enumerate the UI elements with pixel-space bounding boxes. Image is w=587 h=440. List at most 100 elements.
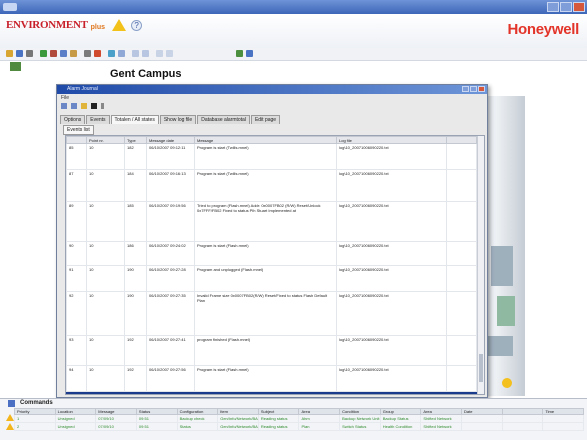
column-header[interactable]: [66, 136, 87, 144]
grid-icon[interactable]: [166, 50, 173, 57]
table-row[interactable]: 91 10 190 06/10/2007 09:27:28 Program and un…: [66, 265, 477, 292]
column-header[interactable]: Message date: [146, 136, 195, 144]
cell-id: 89: [66, 201, 87, 242]
tab-all-states[interactable]: Totalen / All states: [110, 115, 159, 124]
column-header[interactable]: Type: [124, 136, 147, 144]
cell-log-file: log\10_20071006090220.txt: [336, 265, 447, 292]
dialog-menu-file[interactable]: File: [61, 95, 69, 101]
tab-edit-page[interactable]: Edit page: [250, 115, 281, 124]
table-row[interactable]: 90 10 186 06/10/2007 09:24:02 Program is sta…: [66, 241, 477, 266]
zoom-icon[interactable]: [118, 50, 125, 57]
cell-date: 06/10/2007 09:27:28: [146, 265, 195, 292]
site-tree-icon[interactable]: [10, 62, 21, 71]
cell-type: 185: [124, 201, 147, 242]
cell-date: 06/10/2007 09:24:02: [146, 241, 195, 266]
subtab-events-list[interactable]: Events list: [63, 125, 94, 135]
tab-events[interactable]: Events: [86, 115, 110, 124]
scrollbar-thumb[interactable]: [479, 354, 483, 382]
pointer-icon[interactable]: [236, 50, 243, 57]
cell-point-nr: 10: [86, 391, 125, 394]
building-courtyard: [497, 296, 515, 326]
table-row[interactable]: 93 10 192 06/10/2007 09:27:41 program finish…: [66, 335, 477, 366]
forward-icon[interactable]: [71, 103, 77, 109]
column-header[interactable]: [446, 136, 477, 144]
column-header[interactable]: Message: [194, 136, 337, 144]
table-cell: Ahm: [298, 414, 341, 423]
table-row[interactable]: 1 Unsigned 07/09/10 09:51 Backup check Gen/In…: [14, 414, 584, 423]
building-wing: [491, 246, 513, 286]
table-cell: [542, 414, 584, 423]
table-cell: [501, 414, 544, 423]
table-row[interactable]: 89 10 185 06/10/2007 09:19:56 Tried to progr…: [66, 201, 477, 242]
table-cell: 09:51: [135, 422, 178, 431]
table-cell: Backup check: [176, 414, 219, 423]
vendor-logo: Honeywell: [507, 21, 580, 38]
cell-log-file: log\10_20071006090220.txt: [336, 291, 447, 336]
table-row[interactable]: 87 10 184 06/10/2007 09:16:13 Program is sta…: [66, 169, 477, 202]
open-icon[interactable]: [81, 103, 87, 109]
table-cell: Switch Status: [339, 422, 381, 431]
cell-type: 193: [124, 391, 147, 394]
cut-icon[interactable]: [50, 50, 57, 57]
nav-icon[interactable]: [132, 50, 139, 57]
tab-show-log-file[interactable]: Show log file: [159, 115, 197, 124]
filter-icon[interactable]: [84, 50, 91, 57]
copy-icon[interactable]: [60, 50, 67, 57]
window-controls: [547, 2, 585, 12]
cell-type: 192: [124, 335, 147, 366]
layers-icon[interactable]: [156, 50, 163, 57]
cell-point-nr: 10: [86, 143, 125, 170]
help-icon[interactable]: ?: [131, 19, 143, 31]
table-row[interactable]: 92 10 190 06/10/2007 09:27:35 Invalid Frame …: [66, 291, 477, 336]
commands-grid: Priority Location Message Status Configurati…: [14, 408, 584, 431]
refresh-icon[interactable]: [40, 50, 47, 57]
tab-database[interactable]: Database alarmtotal: [197, 115, 250, 124]
brand-logo: ENVIRONMENT plus ?: [6, 19, 143, 31]
table-row[interactable]: 2 Unsigned 07/09/10 09:51 Status Gen/Info/Net…: [14, 422, 584, 431]
cell-extra: [446, 169, 477, 202]
cell-extra: [446, 201, 477, 242]
table-cell: Reading status: [257, 414, 300, 423]
table-cell: [461, 414, 503, 423]
cell-point-nr: 10: [86, 241, 125, 266]
map-icon[interactable]: [246, 50, 253, 57]
brand-subtitle: plus: [90, 23, 106, 31]
column-header[interactable]: Point nr.: [86, 136, 125, 144]
nav-forward-icon[interactable]: [142, 50, 149, 57]
alarm-icon[interactable]: [94, 50, 101, 57]
dialog-titlebar[interactable]: [57, 85, 487, 94]
save-icon[interactable]: [16, 50, 23, 57]
app-logo-icon: [3, 3, 17, 11]
table-cell: Shifted Network: [420, 422, 463, 431]
close-button[interactable]: [573, 2, 585, 12]
tab-options[interactable]: Options: [60, 115, 86, 124]
cell-extra: [446, 291, 477, 336]
cell-extra: [446, 143, 477, 170]
cell-type: 182: [124, 143, 147, 170]
cell-type: 190: [124, 265, 147, 292]
stop-icon[interactable]: [91, 103, 97, 109]
back-icon[interactable]: [61, 103, 67, 109]
chart-icon[interactable]: [108, 50, 115, 57]
cell-type: 192: [124, 365, 147, 392]
pointer-arrow-icon[interactable]: [502, 378, 512, 388]
paste-icon[interactable]: [70, 50, 77, 57]
minimize-button[interactable]: [547, 2, 559, 12]
dialog-tabs: Options Events Totalen / All states Show…: [60, 115, 281, 124]
table-row[interactable]: 951019306/10/2007 09:28:04Login - config…: [66, 391, 477, 394]
dropdown-icon[interactable]: [101, 103, 104, 109]
folder-icon[interactable]: [6, 50, 13, 57]
cell-log-file: log\10_20071006090220.txt: [336, 169, 447, 202]
maximize-button[interactable]: [560, 2, 572, 12]
commands-icon: [8, 400, 15, 407]
table-row[interactable]: 85 10 182 06/10/2007 09:12:11 Program is sta…: [66, 143, 477, 170]
grid-scrollbar[interactable]: [477, 136, 484, 394]
dialog-close-button[interactable]: [478, 86, 485, 92]
column-header[interactable]: Log file: [336, 136, 447, 144]
dialog-maximize-button[interactable]: [470, 86, 477, 92]
dialog-title: Alarm Journal: [67, 86, 98, 92]
dialog-minimize-button[interactable]: [462, 86, 469, 92]
print-icon[interactable]: [26, 50, 33, 57]
warning-icon[interactable]: [112, 19, 127, 31]
table-row[interactable]: 94 10 192 06/10/2007 09:27:56 Program is sta…: [66, 365, 477, 392]
